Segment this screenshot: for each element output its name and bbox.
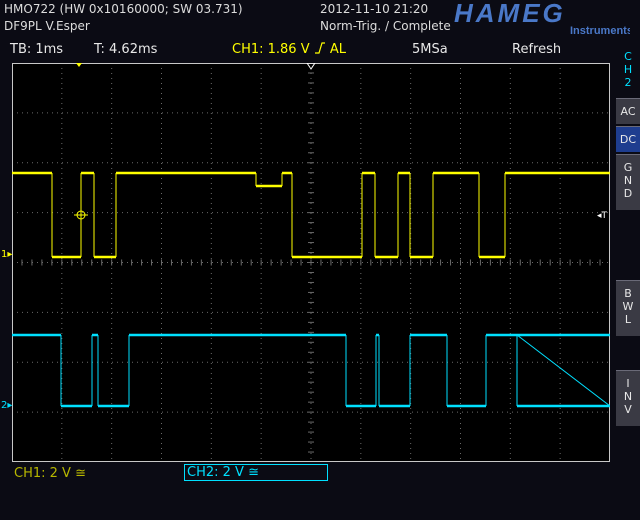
side-menu: CH2 AC DC GND BWL INV <box>616 40 640 520</box>
timebase-readout[interactable]: TB: 1ms <box>10 42 63 57</box>
ch1-marker-label: 1 <box>1 249 8 260</box>
status-bar: TB: 1ms T: 4.62ms CH1: 1.86 V AL 5MSa Re… <box>0 40 610 60</box>
user-info: DF9PL V.Esper <box>4 19 90 33</box>
model-info: HMO722 (HW 0x10160000; SW 03.731) <box>4 2 243 16</box>
trigger-level-readout[interactable]: CH1: 1.86 V AL <box>232 42 346 57</box>
waveform-display[interactable]: ◂T <box>12 63 610 462</box>
ch2-info[interactable]: CH2: 2 V ≅ <box>184 464 328 481</box>
brand-sub: Instruments <box>570 25 630 36</box>
dc-coupling-icon: ≅ <box>248 465 259 480</box>
trigger-level-value: CH1: 1.86 V <box>232 42 310 57</box>
datetime: 2012-11-10 21:20 <box>320 2 429 16</box>
ch2-scale: CH2: 2 V <box>187 465 244 480</box>
rising-edge-icon <box>314 42 325 54</box>
ch1-info[interactable]: CH1: 2 V ≅ <box>14 466 86 481</box>
ch2-waveform <box>12 333 610 408</box>
graticule <box>12 63 610 462</box>
ch2-waveform-edges <box>60 334 610 407</box>
hameg-logo: HAMEG Instruments <box>454 0 630 36</box>
gnd-button[interactable]: GND <box>616 154 640 210</box>
ch2-marker-label: 2 <box>1 400 8 411</box>
ch1-scale: CH1: 2 V <box>14 466 71 481</box>
dc-coupling-icon: ≅ <box>75 466 86 481</box>
acquisition-mode-readout[interactable]: Refresh <box>512 42 561 57</box>
ch1-ground-marker[interactable]: 1▸ <box>1 249 12 260</box>
channel-title: CH2 <box>623 50 633 89</box>
waveform-svg: ◂T <box>12 63 610 462</box>
channel-info-bar: CH1: 2 V ≅ CH2: 2 V ≅ <box>0 462 640 520</box>
bandwidth-limit-button[interactable]: BWL <box>616 280 640 336</box>
trigger-status: Norm-Trig. / Complete <box>320 19 451 33</box>
invert-button[interactable]: INV <box>616 370 640 426</box>
brand-text: HAMEG <box>454 0 566 28</box>
trigger-coupling: AL <box>329 42 347 57</box>
trigger-level-marker: ◂T <box>597 211 608 221</box>
ch2-ground-marker[interactable]: 2▸ <box>1 400 12 411</box>
sample-rate-readout: 5MSa <box>412 42 448 57</box>
ac-coupling-button[interactable]: AC <box>616 98 640 124</box>
dc-coupling-button[interactable]: DC <box>616 126 640 152</box>
cursor-crosshair-icon[interactable] <box>74 208 88 222</box>
ch1-waveform <box>12 171 610 259</box>
trigger-time-readout[interactable]: T: 4.62ms <box>94 42 157 57</box>
